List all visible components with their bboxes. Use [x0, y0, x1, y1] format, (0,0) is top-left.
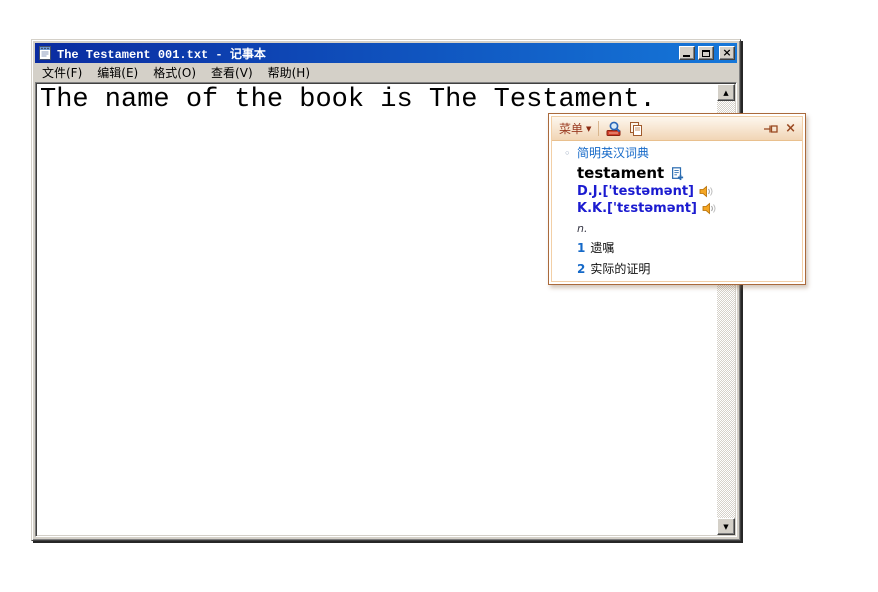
window-title: The Testament 001.txt - 记事本 — [56, 45, 676, 62]
headword: testament — [577, 165, 664, 181]
menu-format[interactable]: 格式(O) — [147, 62, 202, 83]
menu-view[interactable]: 查看(V) — [205, 62, 259, 83]
definition-number: 2 — [577, 261, 585, 277]
scroll-up-button[interactable]: ▲ — [717, 84, 735, 101]
menu-help[interactable]: 帮助(H) — [262, 62, 316, 83]
phonetic-kk: K.K.['tɛstəmənt] — [577, 201, 697, 217]
scroll-down-icon: ▼ — [723, 523, 728, 531]
dictionary-name[interactable]: 简明英汉词典 — [577, 145, 649, 161]
popup-body: ◦ 简明英汉词典 testament — [552, 141, 802, 281]
menubar: 文件(F) 编辑(E) 格式(O) 查看(V) 帮助(H) — [35, 63, 737, 82]
popup-toolbar: 菜单 ▼ — [552, 117, 802, 141]
dictionary-search-button[interactable] — [606, 121, 623, 137]
close-button[interactable]: × — [719, 46, 735, 60]
titlebar[interactable]: The Testament 001.txt - 记事本 × — [35, 43, 737, 63]
close-icon: × — [722, 48, 731, 58]
dictionary-popup: 菜单 ▼ — [548, 113, 806, 285]
menu-file[interactable]: 文件(F) — [36, 62, 88, 83]
menu-dropdown-icon: ▼ — [586, 125, 591, 133]
part-of-speech: n. — [577, 221, 796, 235]
phonetic-kk-row: K.K.['tɛstəmənt] — [577, 200, 796, 217]
popup-menu-label: 菜单 — [559, 120, 583, 137]
scroll-up-icon: ▲ — [723, 89, 728, 97]
copy-button[interactable] — [628, 121, 643, 136]
maximize-icon — [702, 50, 710, 57]
pin-button[interactable] — [763, 122, 780, 136]
toolbar-separator — [598, 121, 599, 136]
maximize-button[interactable] — [698, 46, 714, 60]
add-to-wordbook-icon[interactable] — [670, 166, 684, 181]
definition-text: 实际的证明 — [590, 261, 650, 277]
phonetic-dj: D.J.['testəmənt] — [577, 184, 694, 200]
dictionary-source-row: ◦ 简明英汉词典 — [577, 145, 796, 161]
speaker-icon[interactable] — [699, 185, 714, 198]
definition-row: 2 实际的证明 — [577, 261, 796, 277]
document-text: The name of the book is The Testament. — [40, 84, 656, 116]
headword-row: testament — [577, 163, 796, 183]
definition-text: 遗嘱 — [590, 240, 614, 256]
scroll-down-button[interactable]: ▼ — [717, 518, 735, 535]
definition-number: 1 — [577, 240, 585, 256]
phonetic-dj-row: D.J.['testəmənt] — [577, 183, 796, 200]
popup-menu-button[interactable]: 菜单 ▼ — [559, 120, 591, 137]
minimize-button[interactable] — [679, 46, 695, 60]
notepad-icon — [37, 45, 53, 61]
desktop: The Testament 001.txt - 记事本 × 文件(F) 编辑(E… — [0, 0, 878, 592]
minimize-icon — [683, 55, 690, 57]
bullet-icon: ◦ — [564, 146, 571, 162]
definition-row: 1 遗嘱 — [577, 240, 796, 256]
popup-close-button[interactable]: × — [785, 123, 796, 135]
menu-edit[interactable]: 编辑(E) — [91, 62, 144, 83]
dictionary-popup-frame: 菜单 ▼ — [551, 116, 803, 282]
speaker-icon[interactable] — [702, 202, 717, 215]
